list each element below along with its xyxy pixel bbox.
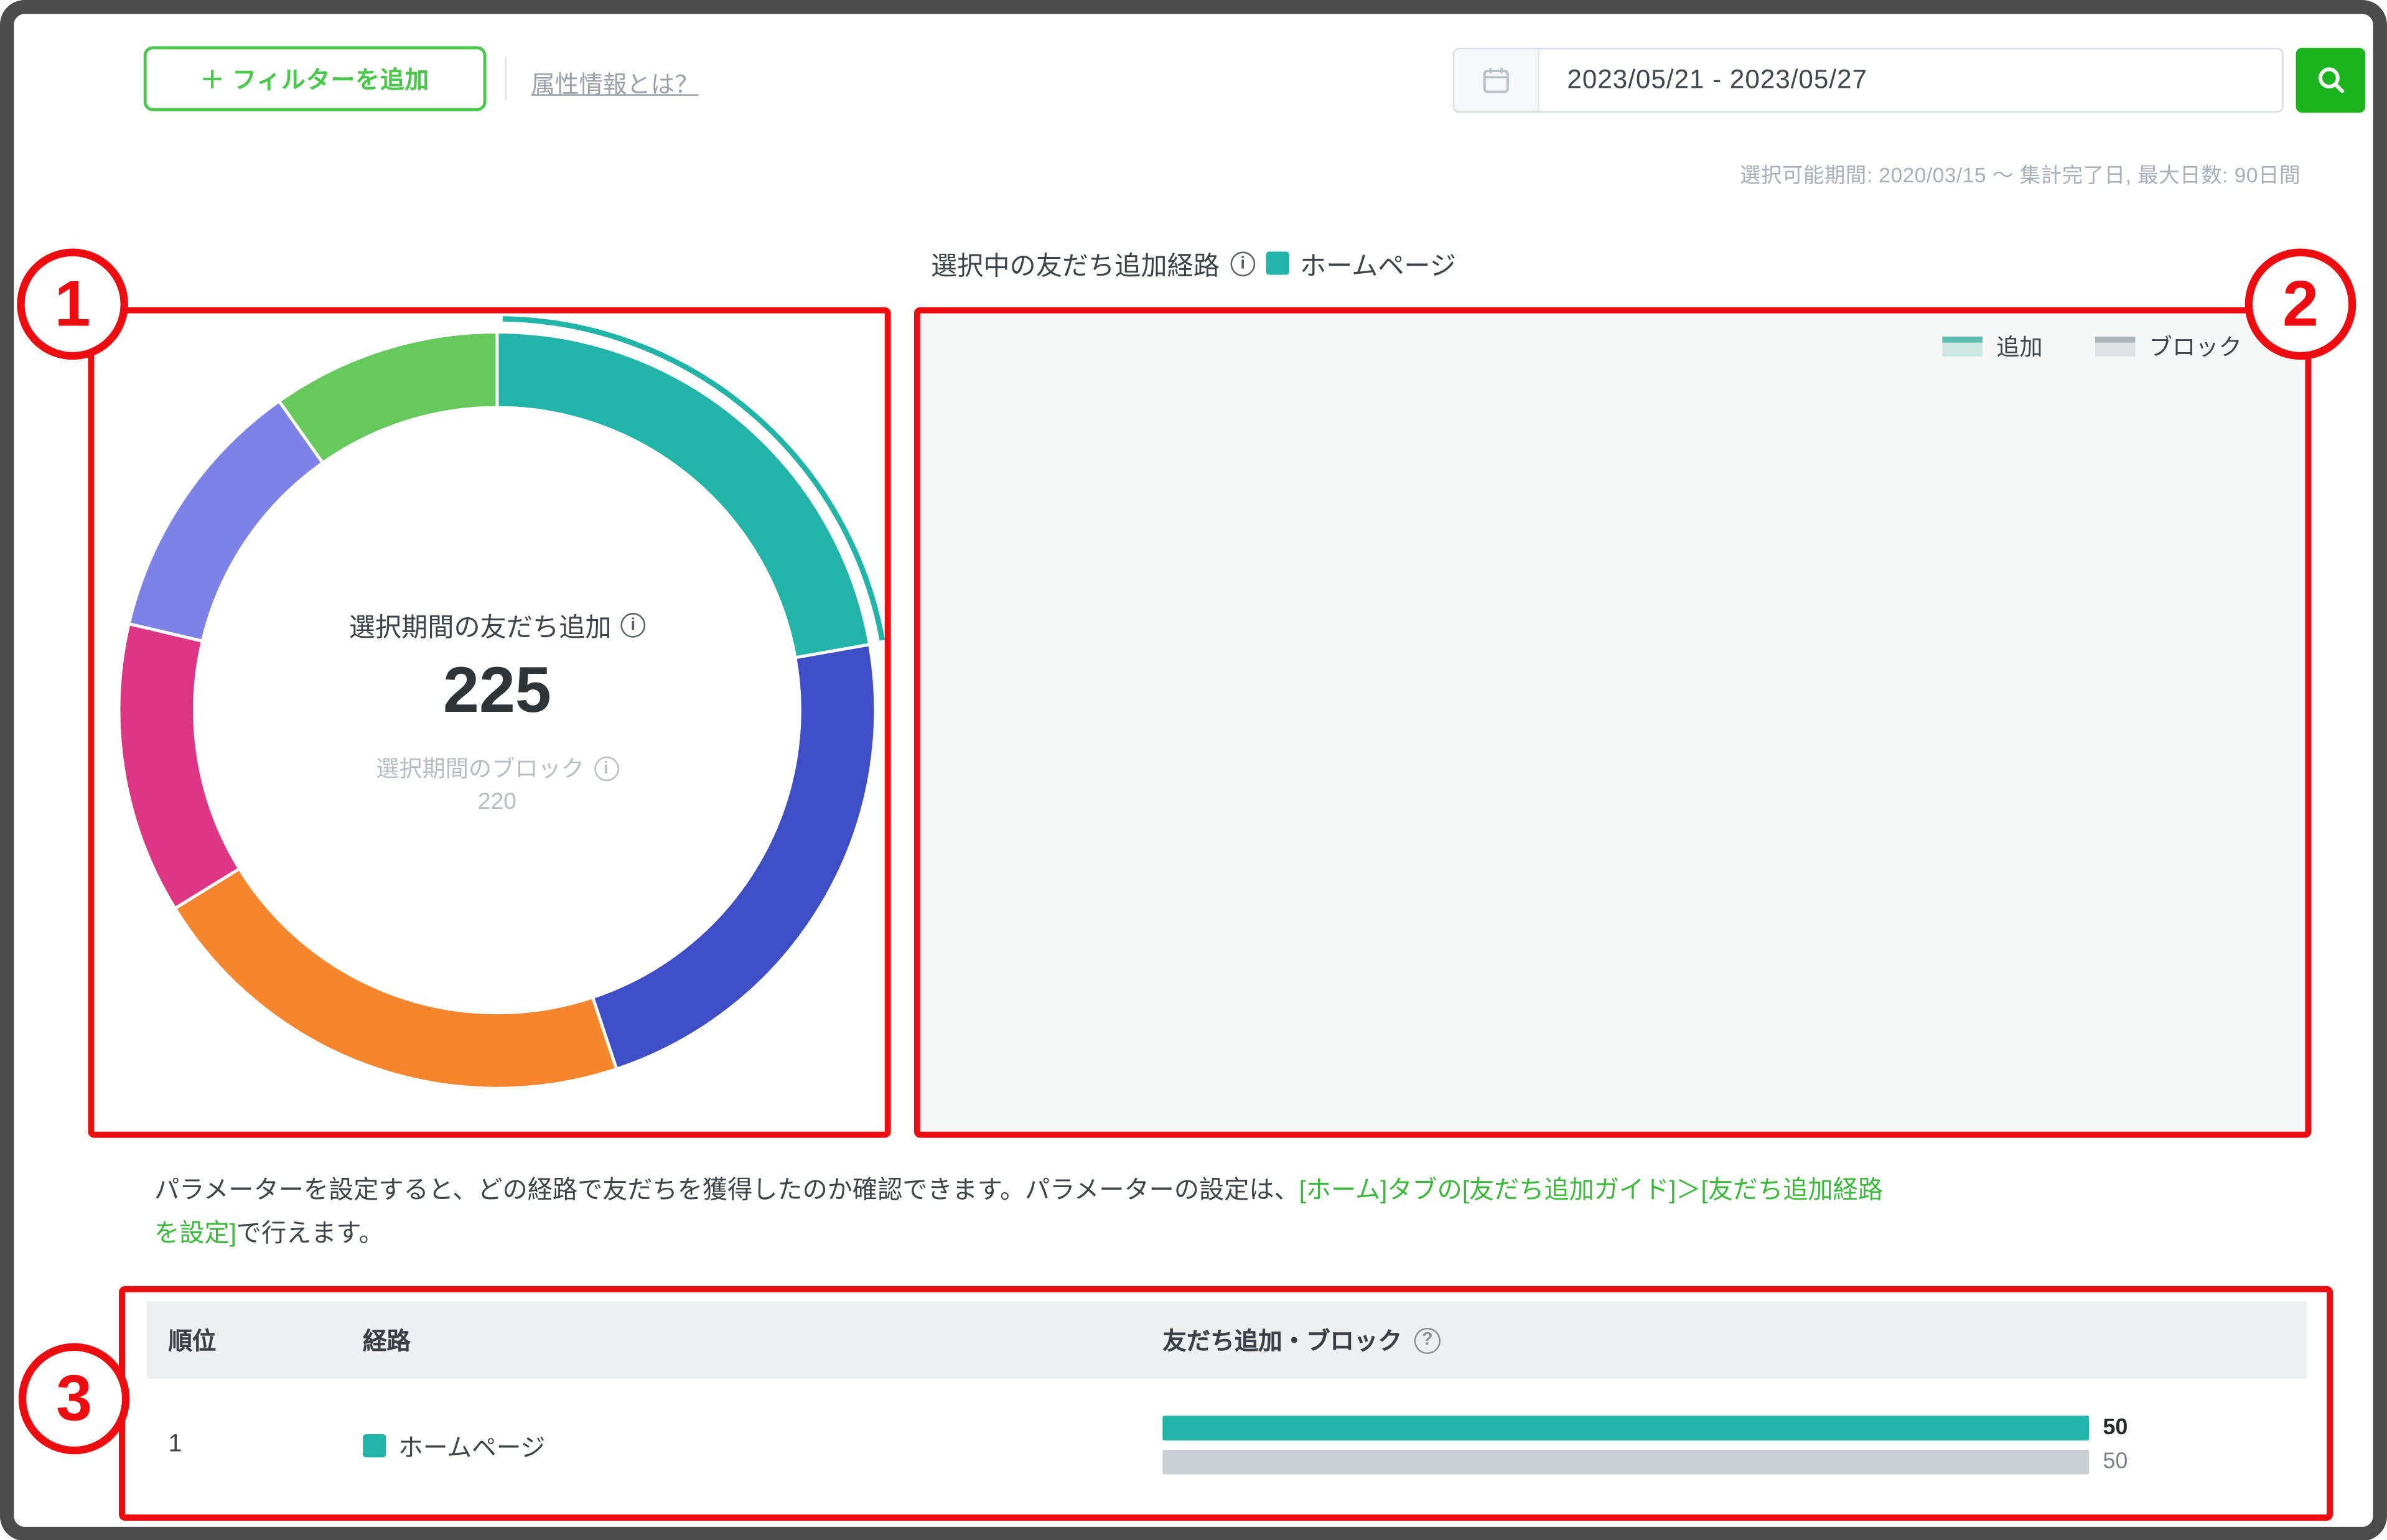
selectable-period-note: 選択可能期間: 2020/03/15 〜 集計完了日, 最大日数: 90日間	[1220, 157, 2301, 189]
selected-route-label: ホームページ	[1300, 244, 1456, 282]
annotation-circle-3: 3	[19, 1343, 130, 1455]
header-rank: 順位	[147, 1323, 363, 1357]
question-icon[interactable]: ?	[1414, 1327, 1441, 1353]
annotation-number: 1	[55, 267, 91, 341]
legend-swatch-block	[2095, 337, 2136, 357]
help-text-part: で行えます。	[236, 1220, 384, 1248]
add-bar-value: 50	[2103, 1416, 2128, 1440]
table-header-row: 順位 経路 友だち追加・ブロック ?	[147, 1302, 2307, 1379]
parameter-help-text: パラメーターを設定すると、どの経路で友だちを獲得したのか確認できます。パラメータ…	[154, 1169, 2285, 1255]
toolbar-divider	[505, 57, 506, 100]
add-filter-button[interactable]: ＋ フィルターを追加	[144, 46, 487, 111]
route-color-swatch	[363, 1434, 386, 1457]
date-range-picker[interactable]: 2023/05/21 - 2023/05/27	[1453, 48, 2284, 113]
search-icon	[2314, 63, 2348, 98]
annotation-number: 3	[56, 1361, 92, 1435]
legend-label-block: ブロック	[2149, 330, 2242, 363]
add-block-bars: 50 50	[1162, 1416, 2307, 1474]
cell-rank: 1	[147, 1431, 363, 1459]
chart-title-text: 選択中の友だち追加経路	[931, 244, 1220, 282]
block-bar-value: 50	[2103, 1450, 2128, 1475]
cell-route: ホームページ	[398, 1427, 545, 1464]
date-range-value[interactable]: 2023/05/21 - 2023/05/27	[1539, 49, 2282, 111]
calendar-icon[interactable]	[1454, 49, 1539, 111]
info-icon[interactable]: i	[1230, 251, 1255, 276]
annotation-circle-2: 2	[2245, 248, 2357, 360]
annotation-number: 2	[2282, 267, 2319, 341]
search-button[interactable]	[2296, 48, 2366, 113]
table-row[interactable]: 1 ホームページ 50 50	[147, 1379, 2307, 1511]
legend-label-add: 追加	[1996, 330, 2042, 363]
attribute-info-link[interactable]: 属性情報とは？	[531, 67, 699, 101]
legend-item-add[interactable]: 追加	[1942, 330, 2042, 363]
annotation-box-donut	[88, 307, 890, 1138]
analytics-page: ＋ フィルターを追加 属性情報とは？ 2023/05/21 - 2023/05/…	[0, 0, 2387, 1540]
legend-swatch-add	[1942, 337, 1983, 357]
block-bar	[1162, 1450, 2089, 1475]
help-text-part: パラメーターを設定すると、どの経路で友だちを獲得したのか確認できます。パラメータ…	[154, 1177, 1299, 1205]
add-bar	[1162, 1416, 2089, 1440]
route-ranking-table: 順位 経路 友だち追加・ブロック ? 1 ホームページ 50	[147, 1302, 2307, 1511]
route-color-swatch	[1266, 251, 1289, 274]
help-link[interactable]: を設定]	[154, 1220, 236, 1248]
help-link[interactable]: [ホーム]タブの[友だち追加ガイド]＞[友だち追加経路	[1299, 1177, 1883, 1205]
legend-item-block[interactable]: ブロック	[2095, 330, 2242, 363]
header-metric: 友だち追加・ブロック	[1162, 1323, 1402, 1357]
chart-legend: 追加 ブロック	[1698, 330, 2269, 363]
annotation-box-linechart	[914, 307, 2311, 1138]
annotation-circle-1: 1	[17, 248, 128, 360]
chart-title-row: 選択中の友だち追加経路 i ホームページ	[0, 244, 2387, 282]
header-route: 経路	[363, 1323, 1162, 1357]
